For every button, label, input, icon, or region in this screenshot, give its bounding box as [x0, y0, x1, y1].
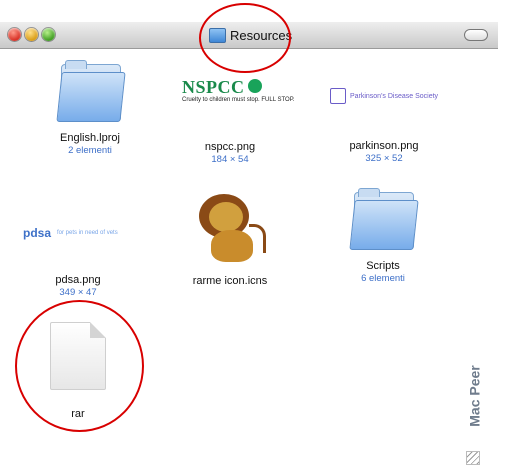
finder-window: Resources English.lproj 2 elementi NSPCC… [0, 0, 498, 468]
file-name: nspcc.png [204, 141, 256, 153]
parkinson-thumbnail: Parkinson's Disease Society [329, 84, 439, 108]
file-subtitle: 2 elementi [68, 145, 112, 156]
file-name: Scripts [366, 260, 400, 272]
file-item[interactable]: rarme icon.icns [165, 190, 295, 288]
folder-icon [56, 60, 126, 122]
highlight-circle [199, 3, 291, 73]
close-button[interactable] [8, 28, 21, 41]
file-subtitle: 325 × 52 [365, 153, 403, 164]
file-subtitle: 184 × 54 [211, 154, 249, 165]
file-item[interactable]: English.lproj 2 elementi [25, 60, 155, 156]
pdsa-thumbnail: pdsa for pets in need of vets [23, 224, 133, 242]
file-subtitle: 349 × 47 [59, 287, 97, 298]
file-name: English.lproj [60, 132, 120, 144]
lion-icon [191, 190, 269, 268]
nspcc-logo-text: NSPCC [182, 77, 245, 97]
file-item[interactable]: Scripts 6 elementi [318, 188, 448, 284]
file-item[interactable]: pdsa for pets in need of vets pdsa.png 3… [13, 224, 143, 298]
nspcc-thumbnail: NSPCC Cruelty to children must stop. FUL… [182, 77, 295, 109]
file-name: rarme icon.icns [192, 275, 268, 287]
green-dot-icon [248, 79, 262, 93]
parkinson-thumb-text: Parkinson's Disease Society [349, 92, 439, 100]
file-name: parkinson.png [349, 140, 419, 152]
file-name: pdsa.png [55, 274, 101, 286]
minimize-button[interactable] [25, 28, 38, 41]
resize-handle[interactable] [466, 451, 480, 465]
highlight-circle [15, 300, 144, 432]
watermark-text: Mac Peer [466, 365, 483, 427]
zoom-button[interactable] [42, 28, 55, 41]
file-item[interactable]: NSPCC Cruelty to children must stop. FUL… [165, 77, 295, 165]
file-subtitle: 6 elementi [361, 273, 405, 284]
parkinson-logo-icon [329, 88, 346, 104]
folder-icon [349, 188, 419, 250]
pdsa-tagline: for pets in need of vets [57, 230, 118, 236]
toolbar-toggle-button[interactable] [464, 29, 488, 41]
watermark: Mac Peer [467, 338, 514, 458]
nspcc-tagline: Cruelty to children must stop. FULL STOP… [182, 97, 295, 103]
pdsa-logo: pdsa [23, 226, 52, 240]
file-item[interactable]: Parkinson's Disease Society parkinson.pn… [319, 84, 449, 164]
